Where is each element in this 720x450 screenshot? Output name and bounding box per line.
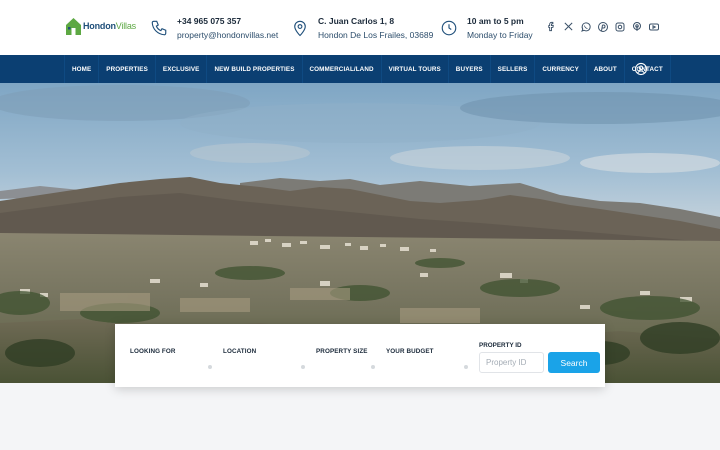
content-area bbox=[0, 383, 720, 450]
address-town: Hondon De Los Frailes, 03689 bbox=[318, 30, 434, 40]
nav-item-properties[interactable]: PROPERTIES bbox=[98, 55, 155, 83]
budget-select[interactable]: YOUR BUDGET bbox=[386, 348, 434, 355]
address-street: C. Juan Carlos 1, 8 bbox=[318, 16, 395, 26]
search-button[interactable]: Search bbox=[548, 352, 600, 373]
logo[interactable]: HondonVillas bbox=[66, 16, 136, 36]
email-link[interactable]: property@hondonvillas.net bbox=[177, 29, 278, 41]
phone-icon bbox=[150, 19, 168, 37]
phone-number[interactable]: +34 965 075 357 bbox=[177, 15, 278, 27]
property-id-label: PROPERTY ID bbox=[479, 342, 522, 349]
pinterest-icon[interactable] bbox=[596, 20, 609, 33]
location-dropdown-icon bbox=[301, 365, 305, 369]
youtube-icon[interactable] bbox=[647, 20, 660, 33]
user-account-icon[interactable] bbox=[634, 62, 648, 76]
property-search-panel: LOOKING FOR LOCATION PROPERTY SIZE YOUR … bbox=[115, 324, 605, 387]
property-size-dropdown-icon bbox=[371, 365, 375, 369]
social-links bbox=[545, 20, 660, 33]
nav-item-home[interactable]: HOME bbox=[64, 55, 98, 83]
property-size-select[interactable]: PROPERTY SIZE bbox=[316, 348, 368, 355]
nav-item-buyers[interactable]: BUYERS bbox=[447, 55, 490, 83]
opening-days: Monday to Friday bbox=[467, 30, 533, 40]
location-pin-icon bbox=[291, 19, 309, 37]
tripadvisor-icon[interactable] bbox=[630, 20, 643, 33]
nav-item-virtual-tours[interactable]: VIRTUAL TOURS bbox=[380, 55, 448, 83]
brand-name-part1: Hondon bbox=[83, 21, 116, 31]
instagram-icon[interactable] bbox=[613, 20, 626, 33]
location-select[interactable]: LOCATION bbox=[223, 348, 256, 355]
clock-icon bbox=[440, 19, 458, 37]
property-id-input[interactable] bbox=[479, 352, 544, 373]
brand-name-part2: Villas bbox=[115, 21, 136, 31]
top-bar: HondonVillas +34 965 075 357 property@ho… bbox=[0, 0, 720, 55]
contact-phone: +34 965 075 357 property@hondonvillas.ne… bbox=[150, 15, 278, 41]
whatsapp-icon[interactable] bbox=[579, 20, 592, 33]
facebook-icon[interactable] bbox=[545, 20, 558, 33]
nav-item-new-build[interactable]: NEW BUILD PROPERTIES bbox=[206, 55, 301, 83]
x-icon[interactable] bbox=[562, 20, 575, 33]
looking-for-dropdown-icon bbox=[208, 365, 212, 369]
nav-menu: HOME PROPERTIES EXCLUSIVE NEW BUILD PROP… bbox=[64, 55, 671, 83]
nav-item-exclusive[interactable]: EXCLUSIVE bbox=[154, 55, 207, 83]
contact-hours: 10 am to 5 pm Monday to Friday bbox=[440, 15, 533, 41]
nav-item-sellers[interactable]: SELLERS bbox=[489, 55, 535, 83]
house-logo-icon bbox=[66, 17, 81, 35]
main-nav: HOME PROPERTIES EXCLUSIVE NEW BUILD PROP… bbox=[0, 55, 720, 83]
budget-dropdown-icon bbox=[464, 365, 468, 369]
nav-item-currency[interactable]: CURRENCY bbox=[534, 55, 585, 83]
nav-item-about[interactable]: ABOUT bbox=[585, 55, 624, 83]
nav-item-commercial-land[interactable]: COMMERCIAL/LAND bbox=[301, 55, 381, 83]
contact-address: C. Juan Carlos 1, 8 Hondon De Los Fraile… bbox=[291, 15, 433, 41]
opening-hours: 10 am to 5 pm bbox=[467, 16, 524, 26]
looking-for-select[interactable]: LOOKING FOR bbox=[130, 348, 176, 355]
